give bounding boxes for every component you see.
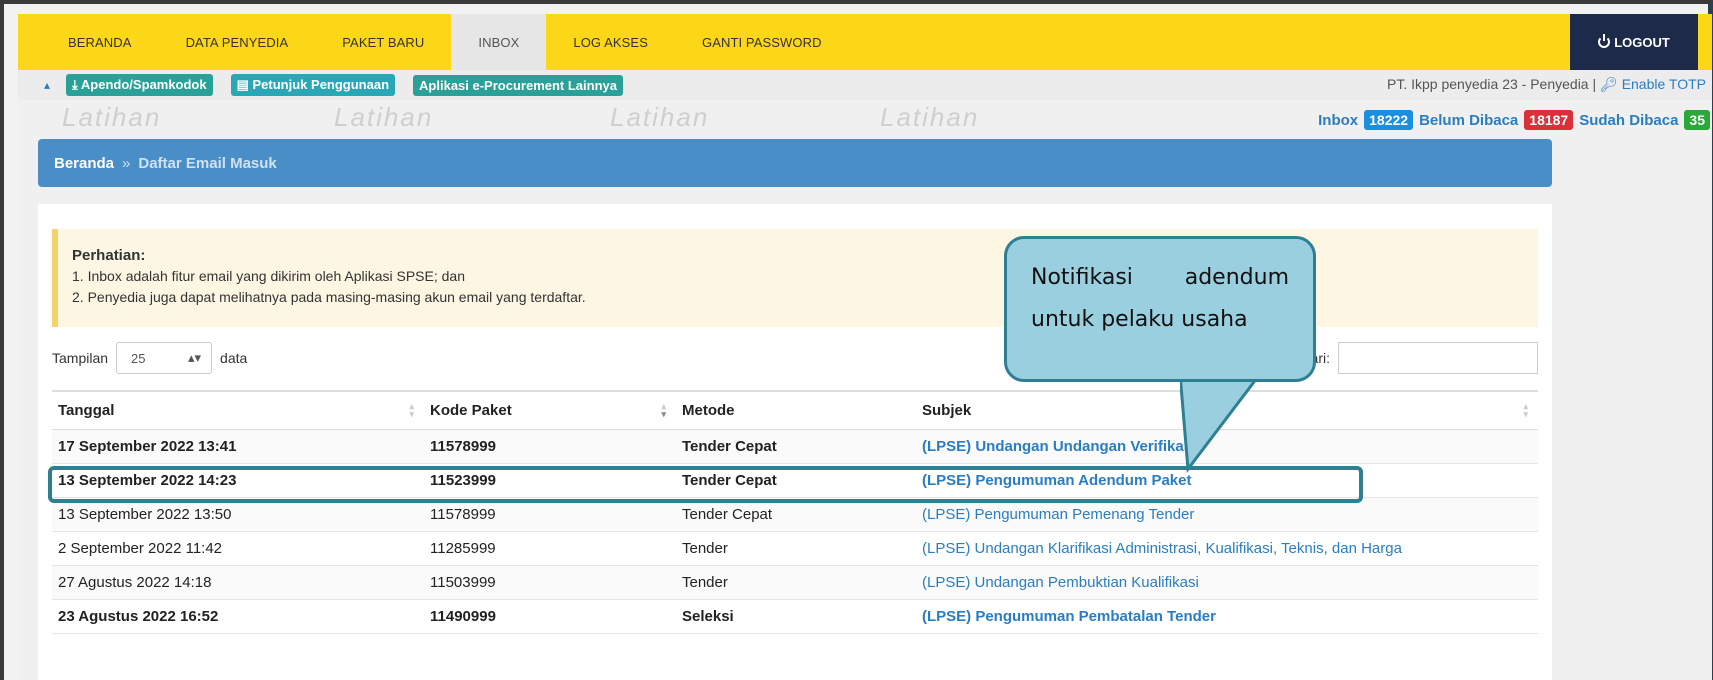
- collapse-chevrons-icon[interactable]: ▴: [44, 78, 50, 92]
- watermark: Latihan: [880, 102, 980, 132]
- alert-title: Perhatian:: [72, 247, 146, 264]
- highlight-box: [48, 466, 1363, 503]
- cell-tanggal: 17 September 2022 13:41: [52, 429, 424, 464]
- cell-kode: 11490999: [424, 599, 676, 634]
- breadcrumb-home[interactable]: Beranda: [54, 155, 114, 172]
- unread-count-label[interactable]: Belum Dibaca: [1419, 112, 1518, 129]
- cell-subjek-link[interactable]: (LPSE) Undangan Klarifikasi Administrasi…: [916, 531, 1538, 566]
- page-size-control: Tampilan 25 ▴▾ data: [52, 342, 247, 374]
- inbox-table: Tanggal ▴ ▾ Kode Paket ▴ ▾ Metode Subjek ▴ ▾ 1…: [52, 390, 1538, 634]
- table-row[interactable]: 2 September 2022 11:42 11285999 Tender (…: [52, 531, 1538, 566]
- petunjuk-link[interactable]: ▤ Petunjuk Penggunaan: [230, 74, 396, 96]
- col-metode[interactable]: Metode: [676, 390, 916, 430]
- cell-tanggal: 27 Agustus 2022 14:18: [52, 565, 424, 600]
- inbox-count-badge: 18222: [1364, 110, 1414, 130]
- screenshot-frame: BERANDA DATA PENYEDIA PAKET BARU INBOX L…: [0, 0, 1713, 680]
- cell-metode: Tender: [676, 531, 916, 566]
- inbox-count-label[interactable]: Inbox: [1318, 112, 1358, 129]
- nav-paket-baru[interactable]: PAKET BARU: [315, 14, 451, 70]
- user-label: PT. Ikpp penyedia 23 - Penyedia |: [1387, 76, 1597, 92]
- cell-kode: 11285999: [424, 531, 676, 566]
- sub-toolbar: ▴ ⤓ Apendo/Spamkodok ▤ Petunjuk Pengguna…: [18, 70, 1712, 100]
- watermark: Latihan: [62, 102, 162, 132]
- search-control: Cari:: [1300, 342, 1538, 374]
- table-row[interactable]: 17 September 2022 13:41 11578999 Tender …: [52, 429, 1538, 464]
- cell-metode: Tender: [676, 565, 916, 600]
- unread-count-badge: 18187: [1524, 110, 1574, 130]
- cell-metode: Seleksi: [676, 599, 916, 634]
- callout-line-1: Notifikasi adendum: [1031, 257, 1289, 299]
- select-arrows-icon: ▴▾: [187, 350, 202, 365]
- tampilan-label: Tampilan: [52, 350, 109, 366]
- nav-beranda[interactable]: BERANDA: [18, 14, 159, 70]
- nav-inbox[interactable]: INBOX: [451, 14, 547, 70]
- content-panel: Perhatian: 1. Inbox adalah fitur email y…: [38, 204, 1552, 680]
- read-count-badge: 35: [1684, 110, 1710, 130]
- table-header-row: Tanggal ▴ ▾ Kode Paket ▴ ▾ Metode Subjek ▴ ▾: [52, 390, 1538, 430]
- watermark: Latihan: [334, 102, 434, 132]
- sort-icon: ▴ ▾: [409, 401, 414, 419]
- callout-tail: [1180, 374, 1262, 474]
- callout-word-1: Notifikasi: [1031, 265, 1133, 290]
- enable-totp-link[interactable]: 🔑︎ Enable TOTP: [1600, 76, 1706, 92]
- annotation-callout: Notifikasi adendum untuk pelaku usaha: [1004, 236, 1316, 382]
- search-input[interactable]: [1338, 342, 1538, 374]
- page-size-select[interactable]: 25 ▴▾: [116, 342, 213, 374]
- breadcrumb: Beranda » Daftar Email Masuk: [38, 139, 1552, 187]
- watermark: Latihan: [610, 102, 710, 132]
- col-tanggal[interactable]: Tanggal ▴ ▾: [52, 390, 424, 430]
- cell-metode: Tender Cepat: [676, 429, 916, 464]
- mail-counters: Inbox 18222 Belum Dibaca 18187 Sudah Dib…: [1318, 110, 1710, 130]
- breadcrumb-current: Daftar Email Masuk: [138, 154, 277, 172]
- cell-kode: 11503999: [424, 565, 676, 600]
- callout-line-2: untuk pelaku usaha: [1031, 307, 1248, 332]
- col-kode-paket[interactable]: Kode Paket ▴ ▾: [424, 390, 676, 430]
- sort-icon: ▴ ▾: [661, 401, 666, 419]
- apendo-label: Apendo/Spamkodok: [80, 77, 207, 92]
- read-count-label[interactable]: Sudah Dibaca: [1579, 112, 1678, 129]
- table-row[interactable]: 23 Agustus 2022 16:52 11490999 Seleksi (…: [52, 599, 1538, 634]
- cell-tanggal: 2 September 2022 11:42: [52, 531, 424, 566]
- nav-data-penyedia[interactable]: DATA PENYEDIA: [159, 14, 316, 70]
- alert-line-1: 1. Inbox adalah fitur email yang dikirim…: [72, 268, 465, 284]
- cell-subjek-link[interactable]: (LPSE) Undangan Pembuktian Kualifikasi: [916, 565, 1538, 600]
- table-row[interactable]: 27 Agustus 2022 14:18 11503999 Tender (L…: [52, 565, 1538, 600]
- sort-icon: ▴ ▾: [1523, 401, 1528, 419]
- alert-line-2: 2. Penyedia juga dapat melihatnya pada m…: [72, 289, 586, 305]
- logout-button[interactable]: LOGOUT: [1570, 14, 1698, 70]
- data-label: data: [220, 350, 248, 366]
- cell-kode: 11578999: [424, 429, 676, 464]
- page-size-value: 25: [131, 350, 146, 366]
- user-info: PT. Ikpp penyedia 23 - Penyedia | 🔑︎ Ena…: [1387, 76, 1706, 93]
- totp-label: Enable TOTP: [1621, 76, 1706, 92]
- nav-log-akses[interactable]: LOG AKSES: [546, 14, 675, 70]
- breadcrumb-separator: »: [122, 154, 131, 172]
- top-navbar: BERANDA DATA PENYEDIA PAKET BARU INBOX L…: [18, 14, 1712, 70]
- apendo-link[interactable]: ⤓ Apendo/Spamkodok: [66, 74, 213, 96]
- logout-label: LOGOUT: [1614, 34, 1670, 50]
- power-icon: [1598, 34, 1611, 48]
- petunjuk-label: Petunjuk Penggunaan: [252, 77, 390, 92]
- page: BERANDA DATA PENYEDIA PAKET BARU INBOX L…: [18, 14, 1712, 680]
- nav-ganti-password[interactable]: GANTI PASSWORD: [675, 14, 849, 70]
- eproc-link[interactable]: Aplikasi e-Procurement Lainnya: [413, 74, 623, 96]
- cell-tanggal: 23 Agustus 2022 16:52: [52, 599, 424, 634]
- cell-subjek-link[interactable]: (LPSE) Pengumuman Pembatalan Tender: [916, 599, 1538, 634]
- callout-word-2: adendum: [1184, 265, 1289, 290]
